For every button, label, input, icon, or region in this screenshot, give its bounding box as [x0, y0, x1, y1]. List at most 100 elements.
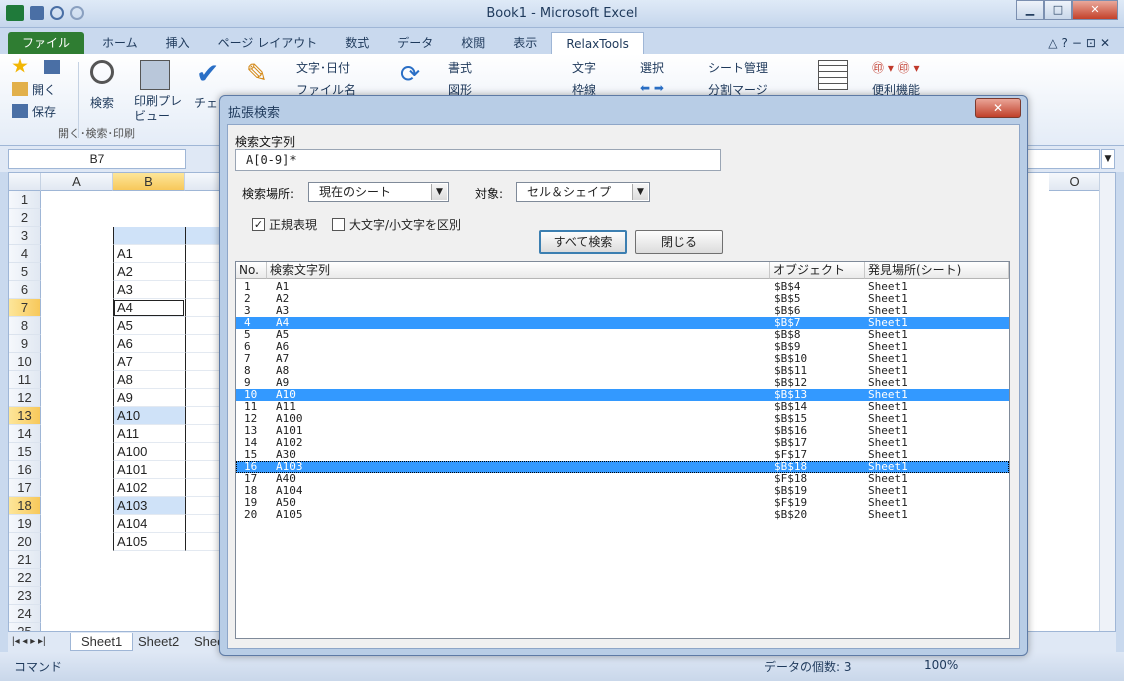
row-header[interactable]: 9 — [9, 335, 41, 353]
target-select[interactable]: セル＆シェイプ ▼ — [516, 182, 650, 202]
sheet-manage-button[interactable]: シート管理 — [708, 59, 768, 76]
close-window-button[interactable]: ✕ — [1072, 0, 1118, 20]
row-header[interactable]: 14 — [9, 425, 41, 443]
case-checkbox-box[interactable] — [332, 218, 345, 231]
refresh-icon[interactable]: ⟳ — [400, 60, 430, 90]
result-row[interactable]: 20 A105 $B$20 Sheet1 — [236, 509, 1009, 521]
row-header[interactable]: 4 — [9, 245, 41, 263]
cell-b[interactable]: A11 — [113, 425, 185, 443]
regex-checkbox-box[interactable]: ✓ — [252, 218, 265, 231]
format-button[interactable]: 書式 — [448, 59, 472, 76]
layout-icon[interactable] — [44, 60, 60, 74]
text-button[interactable]: 文字 — [572, 59, 596, 76]
cell-b[interactable]: A7 — [113, 353, 185, 371]
cell-b[interactable]: A103 — [113, 497, 185, 515]
tab-view[interactable]: 表示 — [499, 32, 551, 54]
select-all-corner[interactable] — [9, 173, 41, 191]
row-header[interactable]: 21 — [9, 551, 41, 569]
search-string-input[interactable]: A[0-9]* — [235, 149, 721, 171]
pencil-icon[interactable]: ✎ — [246, 60, 276, 90]
column-header-no[interactable]: No. — [236, 262, 267, 279]
row-header[interactable]: 5 — [9, 263, 41, 281]
print-preview-button[interactable]: 印刷プレ ビュー — [134, 94, 182, 124]
column-header-a[interactable]: A — [41, 173, 113, 191]
tab-formulas[interactable]: 数式 — [331, 32, 383, 54]
row-header[interactable]: 2 — [9, 209, 41, 227]
row-header[interactable]: 12 — [9, 389, 41, 407]
tab-relaxtools[interactable]: RelaxTools — [551, 32, 644, 54]
sheet-tab-sheet1[interactable]: Sheet1 — [70, 633, 134, 651]
minimize-button[interactable]: ▁ — [1016, 0, 1044, 20]
row-header[interactable]: 10 — [9, 353, 41, 371]
close-button[interactable]: 閉じる — [635, 230, 723, 254]
location-select[interactable]: 現在のシート ▼ — [308, 182, 449, 202]
row-header[interactable]: 16 — [9, 461, 41, 479]
column-header-location[interactable]: 発見場所(シート) — [865, 262, 1009, 279]
column-header-object[interactable]: オブジェクト — [770, 262, 865, 279]
row-header[interactable]: 1 — [9, 191, 41, 209]
dialog-close-button[interactable]: ✕ — [975, 98, 1021, 118]
tab-review[interactable]: 校閲 — [447, 32, 499, 54]
results-list[interactable]: No. 検索文字列 オブジェクト 発見場所(シート) 1 A1 $B$4 Sheet1… — [235, 261, 1010, 639]
search-all-button[interactable]: すべて検索 — [539, 230, 627, 254]
formula-input[interactable] — [1026, 149, 1100, 169]
select-button[interactable]: 選択 — [640, 59, 664, 76]
tab-data[interactable]: データ — [383, 32, 447, 54]
row-header[interactable]: 15 — [9, 443, 41, 461]
column-header-o[interactable]: O — [1049, 173, 1101, 191]
row-header[interactable]: 13 — [9, 407, 41, 425]
sheet-tab-sheet2[interactable]: Sheet2 — [128, 633, 189, 651]
vertical-scrollbar[interactable] — [1099, 173, 1115, 631]
row-header[interactable]: 22 — [9, 569, 41, 587]
star-icon[interactable] — [12, 58, 28, 73]
cell-b[interactable]: A10 — [113, 407, 185, 425]
cell-b[interactable]: A4 — [113, 299, 185, 317]
row-header[interactable]: 3 — [9, 227, 41, 245]
cell-b[interactable]: A100 — [113, 443, 185, 461]
ribbon-right-controls[interactable]: △?−⊡✕ — [1048, 32, 1114, 54]
save-button[interactable]: 保存 — [32, 103, 56, 120]
regex-checkbox[interactable]: ✓ 正規表現 — [252, 216, 317, 233]
row-header[interactable]: 18 — [9, 497, 41, 515]
cell-b[interactable]: A102 — [113, 479, 185, 497]
row-header[interactable]: 25 — [9, 623, 41, 631]
row-header[interactable]: 6 — [9, 281, 41, 299]
row-header[interactable]: 17 — [9, 479, 41, 497]
cell-b[interactable]: A2 — [113, 263, 185, 281]
dialog-title-bar[interactable]: 拡張検索 ✕ — [220, 96, 1027, 124]
arrow-left-right-icon[interactable]: ⬅ ➡ — [640, 81, 664, 95]
cell-b[interactable]: A8 — [113, 371, 185, 389]
tab-insert[interactable]: 挿入 — [152, 32, 204, 54]
cell-b[interactable]: A9 — [113, 389, 185, 407]
zoom-level[interactable]: 100% — [924, 658, 958, 672]
row-header[interactable]: 8 — [9, 317, 41, 335]
cell-b[interactable]: A3 — [113, 281, 185, 299]
tab-file[interactable]: ファイル — [8, 32, 85, 54]
text-date-button[interactable]: 文字･日付 — [296, 59, 350, 76]
chevron-down-icon[interactable]: ▼ — [431, 184, 447, 200]
row-header[interactable]: 24 — [9, 605, 41, 623]
open-button[interactable]: 開く — [32, 81, 56, 98]
row-header[interactable]: 7 — [9, 299, 41, 317]
column-header-b[interactable]: B — [113, 173, 185, 191]
search-button[interactable]: 検索 — [90, 94, 114, 111]
row-header[interactable]: 23 — [9, 587, 41, 605]
expand-formula-icon[interactable]: ▼ — [1101, 149, 1115, 169]
chevron-down-icon[interactable]: ▼ — [632, 184, 648, 200]
cell-b[interactable]: A1 — [113, 245, 185, 263]
case-sensitive-checkbox[interactable]: 大文字/小文字を区別 — [332, 216, 461, 233]
column-header-search-string[interactable]: 検索文字列 — [267, 262, 770, 279]
grid-icon[interactable] — [818, 60, 848, 90]
row-header[interactable]: 20 — [9, 533, 41, 551]
tab-page-layout[interactable]: ページ レイアウト — [204, 32, 332, 54]
cell-b[interactable] — [113, 227, 185, 245]
name-box[interactable]: B7 — [8, 149, 186, 169]
cell-b[interactable]: A6 — [113, 335, 185, 353]
maximize-button[interactable]: □ — [1044, 0, 1072, 20]
cell-b[interactable]: A5 — [113, 317, 185, 335]
row-header[interactable]: 11 — [9, 371, 41, 389]
cell-b[interactable]: A104 — [113, 515, 185, 533]
tab-home[interactable]: ホーム — [88, 32, 152, 54]
cell-b[interactable]: A101 — [113, 461, 185, 479]
sheet-nav-buttons[interactable]: |◂ ◂ ▸ ▸| — [8, 633, 50, 651]
